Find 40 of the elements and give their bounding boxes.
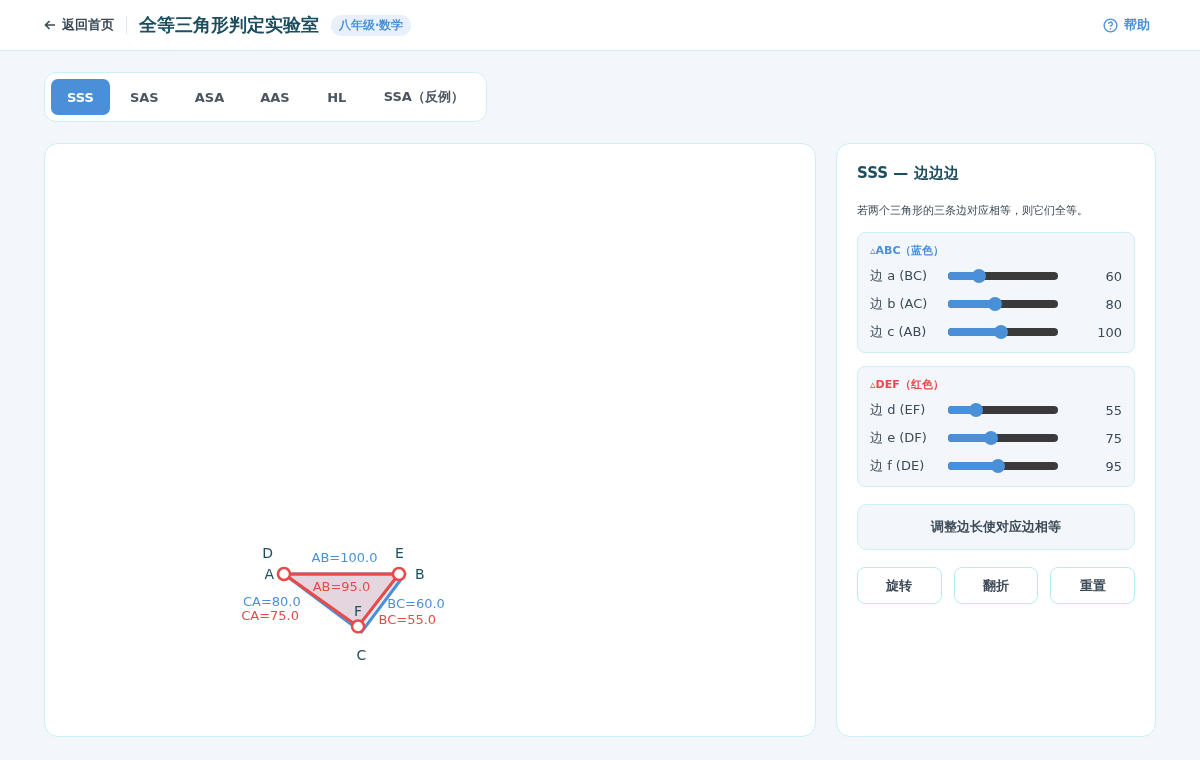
slider-label: 边 f (DE) xyxy=(870,457,926,475)
rule-tab[interactable]: HL xyxy=(309,79,364,115)
side-length-label: AB=100.0 xyxy=(311,550,378,565)
side-length-label: BC=55.0 xyxy=(378,612,437,628)
vertex-label: B xyxy=(415,566,425,582)
side-length-label: CA=75.0 xyxy=(241,608,299,624)
vertex-label: A xyxy=(264,566,274,582)
slider-value: 95 xyxy=(1105,458,1122,474)
side-length-label: BC=60.0 xyxy=(387,596,445,612)
slider-value: 75 xyxy=(1105,430,1122,446)
side-length-label: CA=80.0 xyxy=(242,594,301,610)
slider-label: 边 a (BC) xyxy=(870,267,929,285)
vertex-label: F xyxy=(354,603,363,620)
slider-value: 55 xyxy=(1105,402,1122,418)
rule-description: 若两个三角形的三条边对应相等，则它们全等。 xyxy=(857,203,1089,218)
slider-label: 边 d (EF) xyxy=(870,401,927,419)
vertex-label: C xyxy=(356,647,367,664)
grade-badge: 八年级·数学 xyxy=(331,14,412,36)
rule-title: SSS — 边边边 xyxy=(857,164,960,183)
vertex-label: D xyxy=(262,545,273,561)
action-button[interactable]: 翻折 xyxy=(953,567,1039,604)
rule-tab[interactable]: AAS xyxy=(244,79,306,115)
slider-value: 60 xyxy=(1105,268,1122,284)
slider-label: 边 e (DF) xyxy=(870,429,928,447)
slider-value: 100 xyxy=(1097,324,1122,340)
rule-tab[interactable]: SSA（反例） xyxy=(367,79,480,115)
slider-value: 80 xyxy=(1105,296,1122,312)
rule-tab[interactable]: SAS xyxy=(113,79,175,115)
page-title: 全等三角形判定实验室 xyxy=(139,13,319,37)
status-message: 调整边长使对应边相等 xyxy=(857,504,1135,550)
action-button[interactable]: 重置 xyxy=(1050,567,1135,604)
side-length-label: AB=95.0 xyxy=(312,579,371,594)
group-label: ▵DEF（红色） xyxy=(870,377,945,392)
action-button[interactable]: 旋转 xyxy=(857,567,942,604)
slider-label: 边 c (AB) xyxy=(870,323,928,341)
slider-label: 边 b (AC) xyxy=(870,295,929,313)
group-label: ▵ABC（蓝色） xyxy=(870,243,946,258)
back-button[interactable]: 返回首页 xyxy=(44,16,114,34)
rule-tab[interactable]: ASA xyxy=(178,79,241,115)
vertex-label: E xyxy=(394,545,404,561)
